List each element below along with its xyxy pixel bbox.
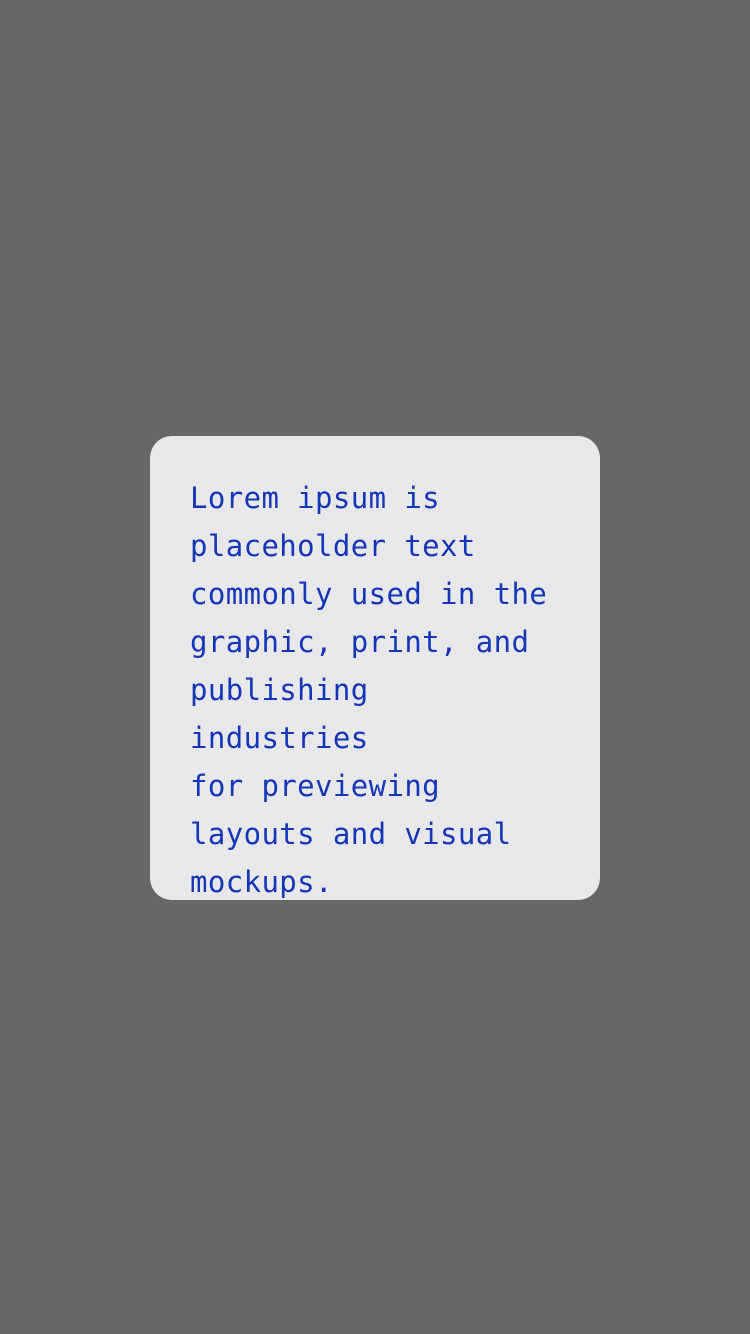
text-card: Lorem ipsum is placeholder text commonly… xyxy=(150,436,600,900)
card-body-text: Lorem ipsum is placeholder text commonly… xyxy=(190,481,548,899)
